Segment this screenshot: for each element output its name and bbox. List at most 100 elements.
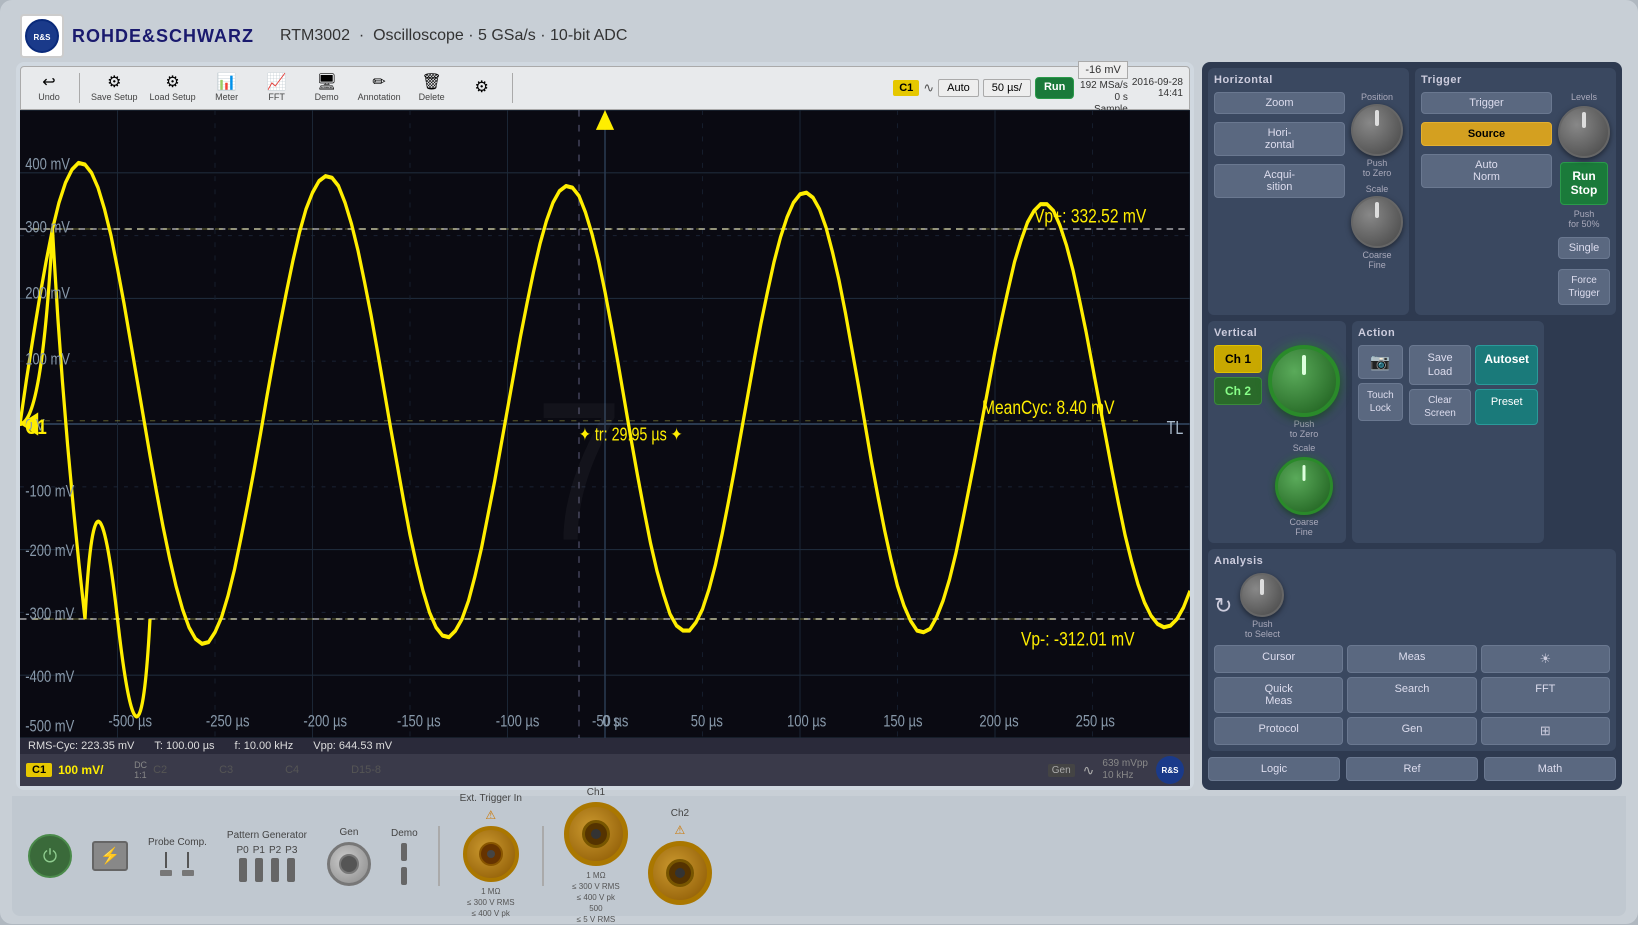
vertical-knobs: Pushto Zero Scale CoarseFine [1268,345,1340,537]
voltage-offset-display: -16 mV [1078,61,1127,79]
demo-front-label: Demo [391,828,418,839]
ch2-connector[interactable] [648,841,712,905]
pg-pin-post-1 [255,858,263,882]
ch4-tag[interactable]: C4 [285,764,345,776]
demo-button[interactable]: 🖥 Demo [305,73,349,104]
analysis-knob[interactable] [1240,573,1284,617]
single-button[interactable]: Single [1558,237,1610,259]
save-setup-button[interactable]: ⚙ Save Setup [88,73,141,104]
fft-analysis-button[interactable]: FFT [1481,677,1610,713]
scale-knob[interactable] [1351,196,1403,248]
pattern-gen-pins: P0 P1 P2 P3 [236,845,297,882]
gen-connector[interactable] [327,842,371,886]
vertical-buttons: Ch 1 Ch 2 [1214,345,1262,537]
usb-port[interactable]: ⚡ [92,841,128,871]
run-stop-button[interactable]: RunStop [1560,162,1609,205]
source-button[interactable]: Source [1421,122,1552,146]
trigger-section: Trigger Trigger Source AutoNorm Levels R… [1415,68,1616,315]
pg-pin-p0: P0 [236,845,248,882]
zoom-button[interactable]: Zoom [1214,92,1345,114]
ch1-button[interactable]: Ch 1 [1214,345,1262,373]
svg-text:MeanCyc: 8.40 mV: MeanCyc: 8.40 mV [982,396,1115,418]
fft-icon: 📈 [267,75,287,91]
horizontal-knobs: Position Pushto Zero Scale CoarseFine [1351,92,1403,270]
sine-wave-svg: Vp+: 332.52 mV Vp-: -312.01 mV MeanCyc: … [20,110,1190,738]
undo-button[interactable]: ↩ Undo [27,73,71,104]
levels-knob[interactable] [1558,106,1610,158]
svg-text:-250 µs: -250 µs [206,713,250,731]
force-trigger-button[interactable]: ForceTrigger [1558,269,1610,305]
horizontal-buttons: Zoom Hori-zontal Acqui-sition [1214,92,1345,202]
camera-button[interactable]: 📷 [1358,345,1403,379]
demo-icon: 🖥 [316,75,336,91]
toolbar-divider-2 [512,73,513,103]
annotation-button[interactable]: ✏ Annotation [355,73,404,104]
undo-icon: ↩ [42,75,55,91]
load-setup-button[interactable]: ⚙ Load Setup [147,73,199,104]
ch1-connector[interactable] [564,802,628,866]
svg-text:-500 µs: -500 µs [108,713,152,731]
logic-button[interactable]: Logic [1208,757,1340,781]
brightness-button[interactable]: ☀ [1481,645,1610,673]
ext-trigger-connector[interactable] [463,826,519,882]
delete-button[interactable]: 🗑 Delete [410,73,454,104]
ref-button[interactable]: Ref [1346,757,1478,781]
ch1-position-knob[interactable] [1268,345,1340,417]
meter-button[interactable]: 📊 Meter [205,73,249,104]
channel-bar-right: Gen ∿ 639 mVpp 10 kHz R&S [1048,756,1184,784]
ch2-tag[interactable]: C2 [153,764,213,776]
svg-text:400 mV: 400 mV [25,156,70,174]
search-button[interactable]: Search [1347,677,1476,713]
autoset-button[interactable]: Autoset [1475,345,1538,386]
quick-meas-button[interactable]: QuickMeas [1214,677,1343,713]
clear-screen-button[interactable]: ClearScreen [1409,389,1472,425]
acquisition-button[interactable]: Acqui-sition [1214,164,1345,198]
position-knob[interactable] [1351,104,1403,156]
svg-text:-200 mV: -200 mV [25,543,74,561]
ch1-front-label: Ch1 [587,787,605,798]
front-panel: ⏻ ⚡ Probe Comp. Pattern Generator P0 [12,796,1626,916]
freq-display: f: 10.00 kHz [235,740,294,752]
panel-sections: Vertical Ch 1 Ch 2 Pushto Zero Scale [1208,321,1616,543]
fft-button[interactable]: 📈 FFT [255,73,299,104]
settings-button[interactable]: ⚙ [460,78,504,98]
refresh-icon[interactable]: ↻ [1214,593,1232,619]
auto-norm-button[interactable]: AutoNorm [1421,154,1552,188]
touch-lock-button[interactable]: TouchLock [1358,383,1403,421]
trigger-button[interactable]: Trigger [1421,92,1552,114]
ch2-warning: ⚠ [675,823,686,837]
d15-8-tag[interactable]: D15-8 [351,764,411,776]
pg-pin-p3: P3 [285,845,297,882]
grid-button[interactable]: ⊞ [1481,717,1610,745]
horizontal-button[interactable]: Hori-zontal [1214,122,1345,156]
protocol-button[interactable]: Protocol [1214,717,1343,745]
oscilloscope-screen[interactable]: Vp+: 332.52 mV Vp-: -312.01 mV MeanCyc: … [20,110,1190,738]
math-button[interactable]: Math [1484,757,1616,781]
power-button[interactable]: ⏻ [28,834,72,878]
scale-knob-container: Scale CoarseFine [1351,184,1403,270]
ch2-button[interactable]: Ch 2 [1214,377,1262,405]
logo-box: R&S [20,14,64,58]
action-right: SaveLoad Autoset ClearScreen Preset [1409,345,1538,426]
meas-button[interactable]: Meas [1347,645,1476,673]
cursor-button[interactable]: Cursor [1214,645,1343,673]
svg-text:-500 mV: -500 mV [25,718,74,736]
ch1-tag[interactable]: C1 [26,763,52,777]
gen-analysis-button[interactable]: Gen [1347,717,1476,745]
ch2-scale-knob[interactable] [1275,457,1333,515]
pg-pin-p2: P2 [269,845,281,882]
run-stop-toolbar-btn[interactable]: Run [1035,77,1074,98]
ch3-tag[interactable]: C3 [219,764,279,776]
svg-text:-400 mV: -400 mV [25,668,74,686]
probe-pin-1 [165,852,167,868]
period-display: T: 100.00 µs [154,740,214,752]
svg-text:300 mV: 300 mV [25,219,70,237]
position-knob-container: Position Pushto Zero [1351,92,1403,178]
preset-button[interactable]: Preset [1475,389,1538,425]
front-divider-2 [542,826,544,886]
save-load-button[interactable]: SaveLoad [1409,345,1472,386]
horizontal-inner: Zoom Hori-zontal Acqui-sition Position P… [1214,92,1403,270]
toolbar: ↩ Undo ⚙ Save Setup ⚙ Load Setup 📊 Meter [20,66,1190,110]
demo-pins [401,843,407,885]
action-inner: 📷 TouchLock SaveLoad Autoset ClearScreen… [1358,345,1538,426]
